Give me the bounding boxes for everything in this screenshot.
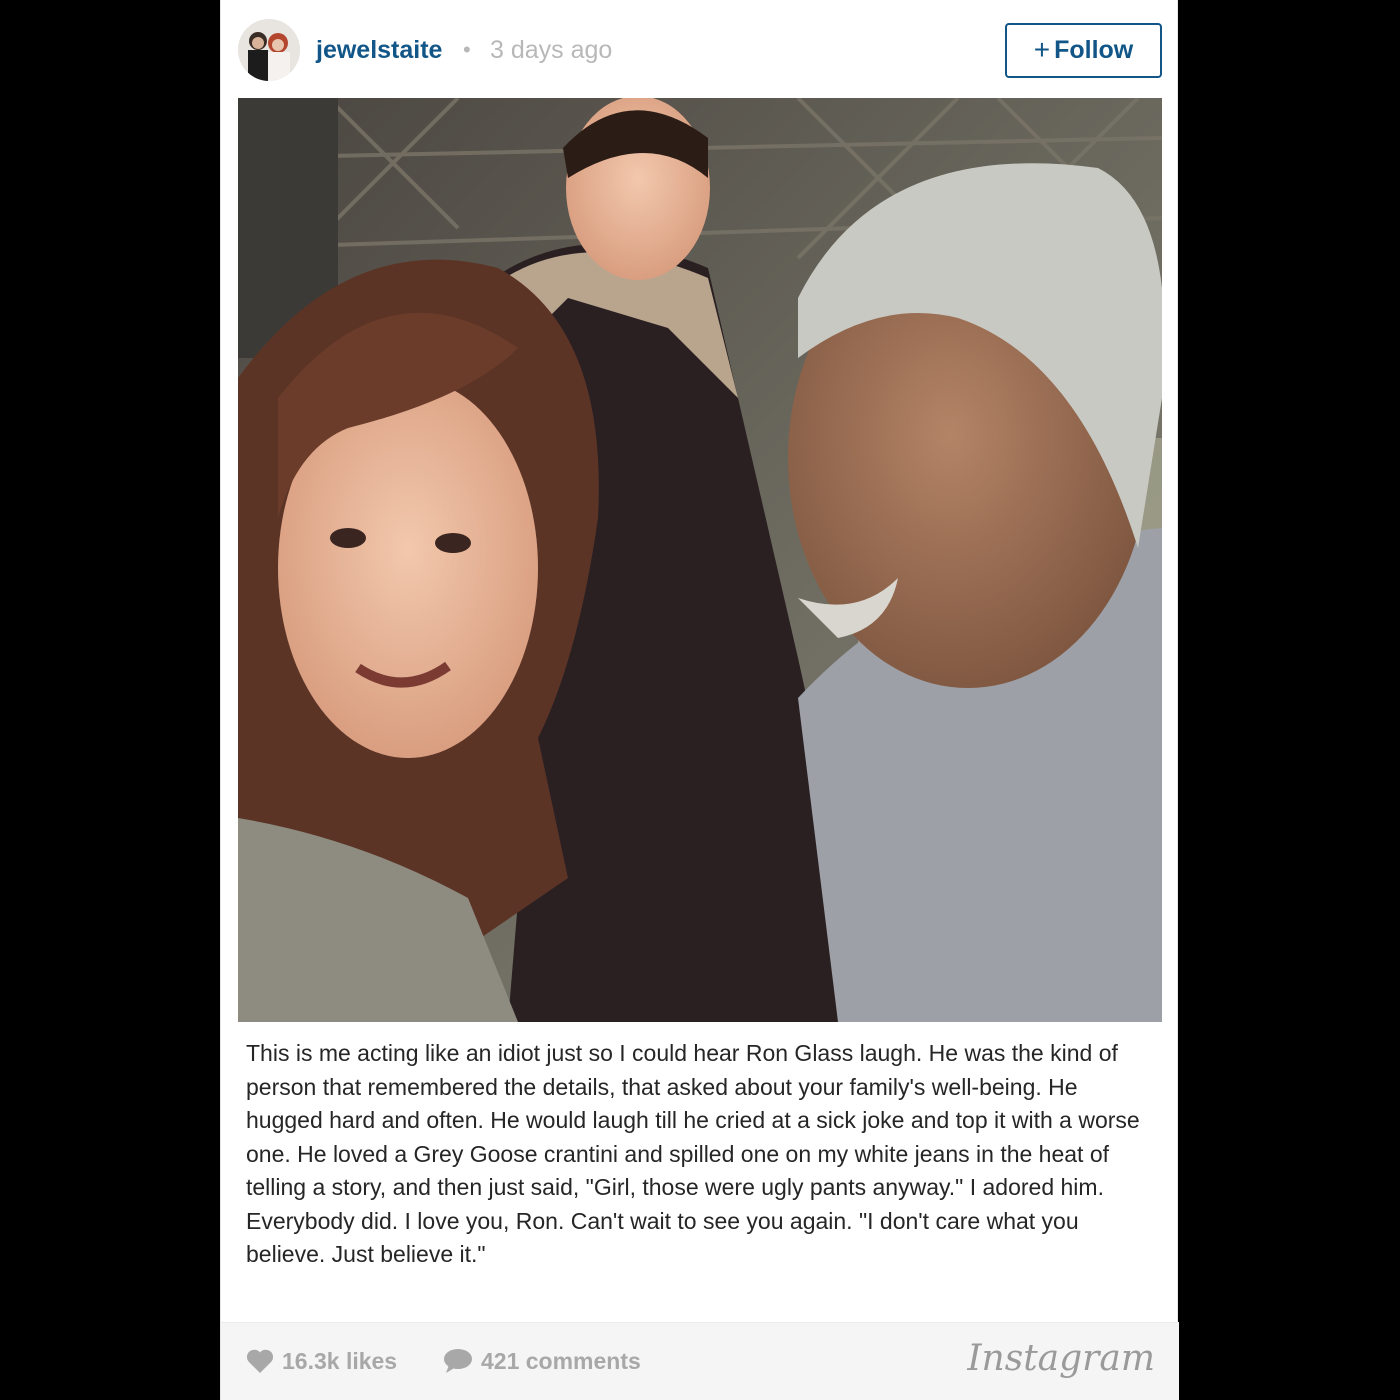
plus-icon: + bbox=[1033, 33, 1051, 65]
photo-image bbox=[238, 98, 1162, 1022]
follow-label: Follow bbox=[1054, 36, 1134, 64]
post-caption: This is me acting like an idiot just so … bbox=[246, 1040, 1140, 1267]
likes-label: 16.3k likes bbox=[282, 1348, 398, 1374]
avatar-image bbox=[238, 19, 300, 81]
instagram-logo: Instagram bbox=[967, 1338, 1155, 1379]
post-photo[interactable] bbox=[238, 98, 1162, 1022]
heart-icon bbox=[246, 1349, 274, 1373]
separator-dot: • bbox=[463, 37, 471, 62]
comments-label: 421 comments bbox=[481, 1348, 641, 1374]
likes-count[interactable]: 16.3k likes bbox=[246, 1347, 397, 1375]
instagram-post-card: jewelstaite • 3 days ago + Follow This i… bbox=[220, 0, 1179, 1400]
username-link[interactable]: jewelstaite bbox=[316, 35, 442, 65]
post-header: jewelstaite • 3 days ago + Follow bbox=[221, 0, 1179, 98]
follow-button[interactable]: + Follow bbox=[1005, 23, 1162, 78]
user-avatar[interactable] bbox=[238, 19, 300, 81]
post-footer: 16.3k likes 421 comments Instagram bbox=[221, 1322, 1179, 1400]
speech-bubble-icon bbox=[444, 1349, 472, 1373]
comments-count[interactable]: 421 comments bbox=[443, 1347, 641, 1375]
post-timestamp[interactable]: 3 days ago bbox=[490, 35, 612, 65]
